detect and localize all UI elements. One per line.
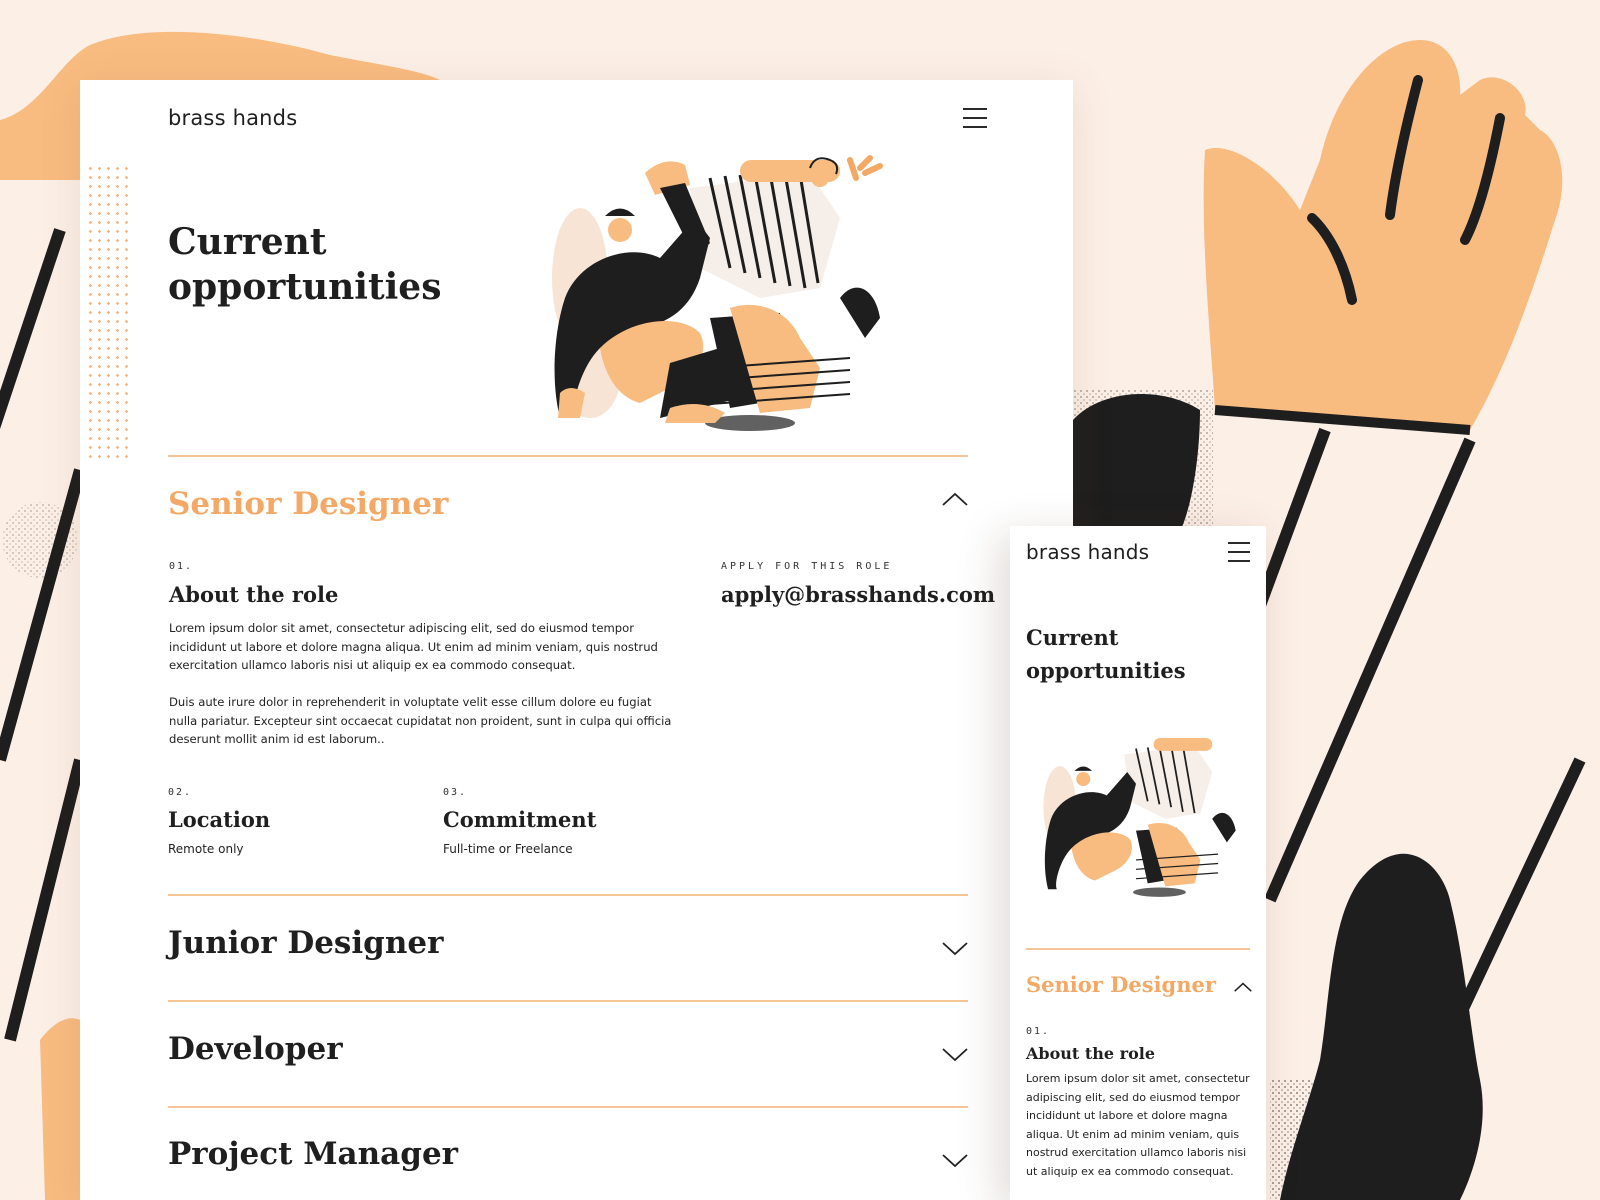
about-paragraph: Lorem ipsum dolor sit amet, consectetur … — [1026, 1072, 1250, 1178]
chevron-up-icon[interactable] — [942, 492, 968, 506]
divider — [168, 1000, 968, 1002]
brand-logo[interactable]: brass hands — [168, 106, 297, 130]
about-heading: About the role — [1026, 1044, 1155, 1063]
location-value: Remote only — [168, 842, 244, 856]
commitment-number: 03. — [443, 787, 468, 798]
apply-label: APPLY FOR THIS ROLE — [721, 561, 893, 572]
divider — [168, 1106, 968, 1108]
dot-pattern — [86, 164, 130, 464]
job-title-project-manager[interactable]: Project Manager — [168, 1136, 458, 1172]
mobile-page: brass hands Current opportunities Senior… — [1010, 526, 1266, 1200]
location-heading: Location — [168, 807, 271, 832]
job-title-developer[interactable]: Developer — [168, 1031, 343, 1067]
hero-illustration — [1043, 738, 1236, 897]
divider — [168, 455, 968, 457]
page-title: Current opportunities — [168, 221, 442, 308]
location-number: 02. — [168, 787, 193, 798]
commitment-heading: Commitment — [443, 807, 597, 832]
divider — [1026, 948, 1250, 950]
about-paragraph-1: Lorem ipsum dolor sit amet, consectetur … — [169, 621, 658, 672]
apply-email-link[interactable]: apply@brasshands.com — [721, 582, 995, 607]
job-title-senior-designer[interactable]: Senior Designer — [1026, 972, 1216, 997]
commitment-value: Full-time or Freelance — [443, 842, 573, 856]
page-title: Current opportunities — [1026, 625, 1186, 683]
chevron-down-icon[interactable] — [942, 942, 968, 956]
job-title-junior-designer[interactable]: Junior Designer — [168, 925, 443, 961]
brand-logo[interactable]: brass hands — [1026, 540, 1149, 564]
hamburger-menu-icon[interactable] — [1228, 542, 1250, 562]
chevron-down-icon[interactable] — [942, 1048, 968, 1062]
about-number: 01. — [169, 561, 194, 572]
about-heading: About the role — [169, 582, 339, 607]
hamburger-menu-icon[interactable] — [963, 108, 987, 128]
about-number: 01. — [1026, 1026, 1051, 1037]
desktop-page: brass hands Current opportunities Senior… — [80, 80, 1073, 1200]
hero-illustration — [552, 155, 883, 431]
divider — [168, 894, 968, 896]
chevron-down-icon[interactable] — [942, 1154, 968, 1168]
about-paragraph-2: Duis aute irure dolor in reprehenderit i… — [169, 695, 672, 746]
chevron-up-icon[interactable] — [1234, 982, 1252, 992]
job-title-senior-designer[interactable]: Senior Designer — [168, 486, 448, 522]
